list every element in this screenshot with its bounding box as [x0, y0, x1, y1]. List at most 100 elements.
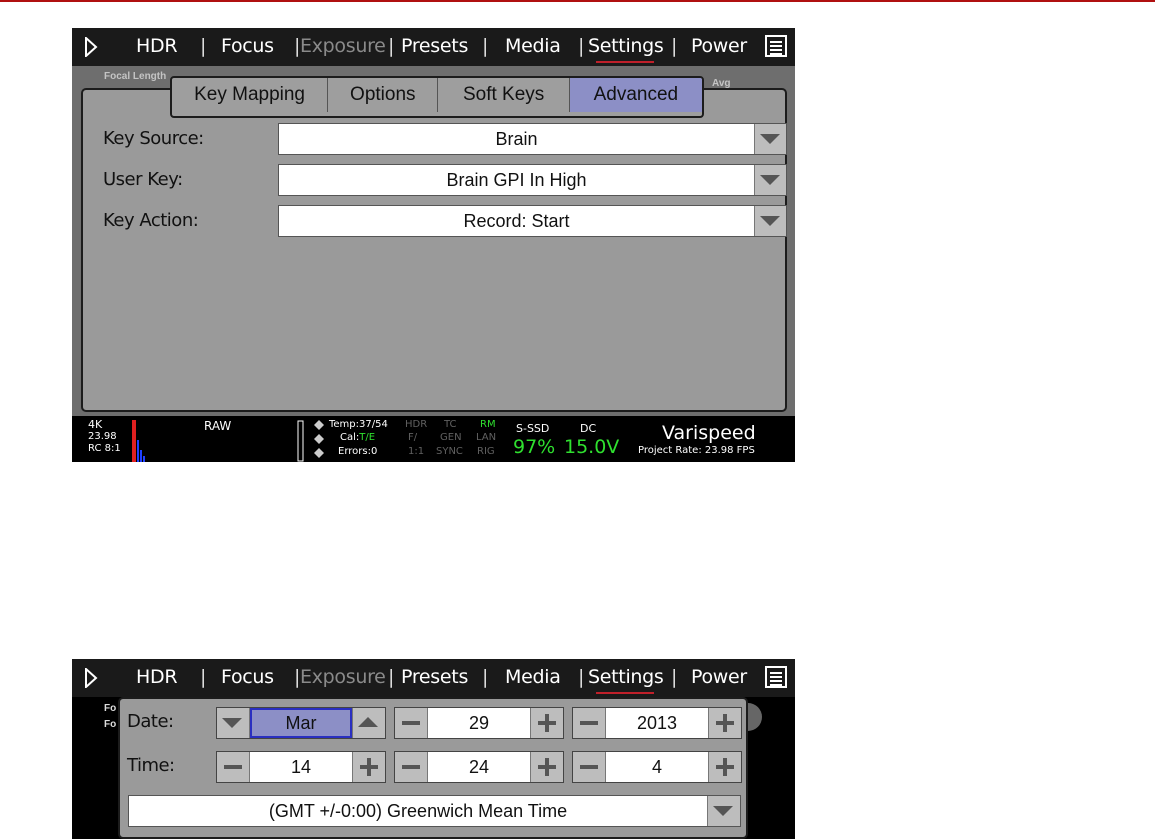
key-mapping-dialog: Key Source: Brain User Key: Brain GPI In… [81, 88, 787, 412]
tab-options[interactable]: Options [328, 78, 439, 112]
menu-settings[interactable]: Settings [588, 35, 664, 57]
plus-icon[interactable] [708, 708, 741, 738]
menu-separator: | [671, 35, 678, 57]
minus-icon[interactable] [395, 708, 428, 738]
key-source-dropdown[interactable]: Brain [278, 123, 787, 155]
second-value[interactable]: 4 [606, 752, 708, 782]
tab-soft-keys[interactable]: Soft Keys [438, 78, 570, 112]
plus-icon[interactable] [530, 708, 563, 738]
user-key-label: User Key: [103, 169, 183, 190]
status-ratio: 1:1 [408, 446, 425, 457]
time-label: Time: [127, 755, 175, 776]
menu-list-icon[interactable] [765, 35, 787, 57]
month-value[interactable]: Mar [250, 708, 352, 738]
minus-icon[interactable] [573, 752, 606, 782]
year-stepper[interactable]: 2013 [572, 707, 742, 739]
status-mode: Varispeed [662, 422, 756, 444]
background-text: Fo [104, 719, 117, 730]
menu-separator: | [671, 666, 678, 688]
background-dial [748, 703, 762, 731]
hour-value[interactable]: 14 [250, 752, 352, 782]
status-power-value: 15.0V [564, 436, 620, 458]
dropdown-arrow-icon[interactable] [707, 796, 740, 826]
menu-presets[interactable]: Presets [401, 35, 468, 57]
histogram-icon [132, 420, 145, 462]
menu-settings[interactable]: Settings [588, 666, 664, 688]
status-f: F/ [408, 432, 418, 443]
status-temp: Temp:37/54 [329, 419, 388, 430]
status-errors: Errors:0 [338, 446, 378, 457]
tab-key-mapping[interactable]: Key Mapping [172, 78, 329, 112]
menu-exposure[interactable]: Exposure [300, 666, 386, 688]
menu-separator: | [388, 666, 395, 688]
menu-presets[interactable]: Presets [401, 666, 468, 688]
day-stepper[interactable]: 29 [394, 707, 564, 739]
status-resolution: 4K [88, 418, 103, 431]
camera-screen-advanced: HDR | Focus | Exposure | Presets | Media… [72, 28, 795, 462]
menu-media[interactable]: Media [505, 35, 561, 57]
menu-list-icon[interactable] [765, 666, 787, 688]
menu-power[interactable]: Power [691, 35, 747, 57]
decrement-arrow-icon[interactable] [217, 708, 250, 738]
dropdown-arrow-icon[interactable] [754, 124, 786, 154]
timezone-dropdown[interactable]: (GMT +/-0:00) Greenwich Mean Time [128, 795, 741, 827]
tab-advanced[interactable]: Advanced [569, 78, 702, 112]
day-value[interactable]: 29 [428, 708, 530, 738]
status-cal: Cal:T/E [340, 432, 375, 444]
status-media-value: 97% [513, 436, 556, 458]
key-action-dropdown[interactable]: Record: Start [278, 205, 787, 237]
date-time-panel: Date: Mar 29 2013 Time: 14 24 4 (GMT +/-… [118, 697, 748, 839]
page-top-rule [0, 0, 1155, 2]
user-key-dropdown[interactable]: Brain GPI In High [278, 164, 787, 196]
menu-focus[interactable]: Focus [221, 666, 274, 688]
plus-icon[interactable] [352, 752, 385, 782]
menu-media[interactable]: Media [505, 666, 561, 688]
plus-icon[interactable] [530, 752, 563, 782]
minus-icon[interactable] [217, 752, 250, 782]
menu-focus[interactable]: Focus [221, 35, 274, 57]
menu-separator: | [482, 666, 489, 688]
minute-value[interactable]: 24 [428, 752, 530, 782]
status-raw: RAW [204, 419, 232, 433]
year-value[interactable]: 2013 [606, 708, 708, 738]
key-action-label: Key Action: [103, 210, 199, 231]
menu-power[interactable]: Power [691, 666, 747, 688]
status-cal-label: Cal: [340, 432, 360, 443]
date-label: Date: [127, 711, 174, 732]
play-icon[interactable] [84, 668, 98, 688]
menu-hdr[interactable]: HDR [136, 666, 178, 688]
menu-separator: | [578, 35, 585, 57]
hour-stepper[interactable]: 14 [216, 751, 386, 783]
active-menu-underline [596, 61, 654, 63]
status-power-label: DC [580, 422, 597, 435]
menu-separator: | [200, 35, 207, 57]
minus-icon[interactable] [573, 708, 606, 738]
status-rig: RIG [477, 446, 495, 457]
status-compression: RC 8:1 [88, 443, 121, 454]
minute-stepper[interactable]: 24 [394, 751, 564, 783]
top-menu-bar: HDR | Focus | Exposure | Presets | Media… [72, 28, 795, 66]
status-media-label: S-SSD [516, 422, 550, 435]
status-tc: TC [444, 419, 457, 430]
minus-icon[interactable] [395, 752, 428, 782]
key-source-label: Key Source: [103, 128, 204, 149]
play-icon[interactable] [84, 37, 98, 57]
menu-exposure[interactable]: Exposure [300, 35, 386, 57]
status-bar: 4K 23.98 RC 8:1 RAW Temp:37/54 Cal:T/E E… [72, 416, 795, 462]
dropdown-arrow-icon[interactable] [754, 165, 786, 195]
active-menu-underline [596, 692, 654, 694]
second-stepper[interactable]: 4 [572, 751, 742, 783]
status-sync: SYNC [436, 446, 463, 457]
month-stepper[interactable]: Mar [216, 707, 386, 739]
menu-separator: | [482, 35, 489, 57]
status-gen: GEN [440, 432, 462, 443]
status-lan: LAN [476, 432, 497, 443]
dropdown-arrow-icon[interactable] [754, 206, 786, 236]
plus-icon[interactable] [708, 752, 741, 782]
status-project-rate: Project Rate: 23.98 FPS [638, 445, 755, 456]
increment-arrow-icon[interactable] [352, 708, 385, 738]
status-dots-icon [314, 420, 324, 458]
menu-separator: | [388, 35, 395, 57]
menu-hdr[interactable]: HDR [136, 35, 178, 57]
settings-tab-bar: Key Mapping Options Soft Keys Advanced [170, 76, 704, 118]
